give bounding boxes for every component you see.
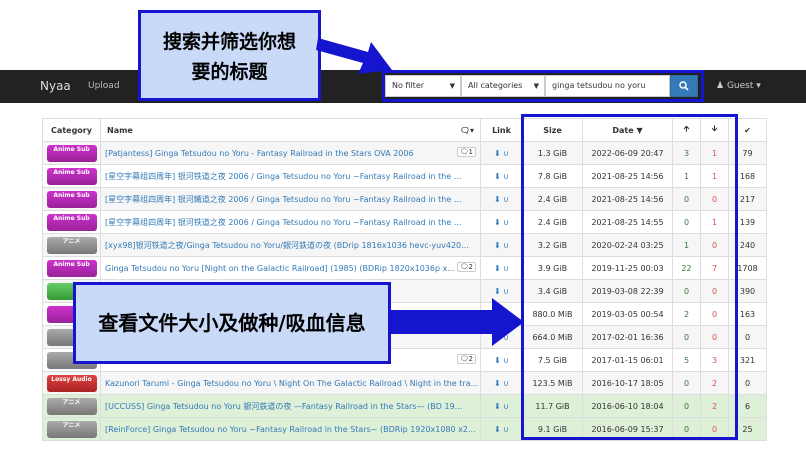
guest-menu[interactable]: ♟ Guest ▾ xyxy=(716,81,761,91)
link-cell: ⬇ ∪ xyxy=(480,348,523,372)
torrent-name-cell: [Patjantess] Ginga Tetsudou no Yoru - Fa… xyxy=(100,141,481,165)
magnet-icon[interactable]: ∪ xyxy=(503,379,509,388)
torrent-name-link[interactable]: [星空字幕组四周年] 银河铁道之夜 2006 / Ginga Tetsudou … xyxy=(105,218,461,227)
annotation-stats-text: 查看文件大小及做种/吸血信息 xyxy=(98,311,366,335)
comments-value: 2 xyxy=(468,263,473,271)
annotation-search-tip: 搜索并筛选你想要的标题 xyxy=(138,10,321,101)
category-cell[interactable]: Anime Sub xyxy=(42,164,101,188)
magnet-icon[interactable]: ∪ xyxy=(503,264,509,273)
link-cell: ⬇ ∪ xyxy=(480,417,523,441)
link-cell: ⬇ ∪ xyxy=(480,394,523,418)
comments-icon: 🗨▾ xyxy=(459,125,474,135)
link-cell: ⬇ ∪ xyxy=(480,187,523,211)
comments-value: 1 xyxy=(468,148,473,156)
comments-count[interactable]: 🗨2 xyxy=(456,354,476,364)
download-icon[interactable]: ⬇ xyxy=(494,149,501,158)
link-cell: ⬇ ∪ xyxy=(480,164,523,188)
filter-highlight-frame xyxy=(382,70,704,102)
annotation-search-text: 搜索并筛选你想要的标题 xyxy=(162,31,296,83)
category-cell[interactable]: Lossy Audio xyxy=(42,371,101,395)
category-badge[interactable]: Anime Sub xyxy=(46,213,97,231)
annotation-stats-tip: 查看文件大小及做种/吸血信息 xyxy=(73,282,391,364)
download-icon[interactable]: ⬇ xyxy=(494,356,501,365)
category-badge[interactable]: アニメ xyxy=(46,420,97,438)
category-badge[interactable]: Anime Sub xyxy=(46,144,97,162)
brand-logo[interactable]: Nyaa xyxy=(40,79,71,93)
category-cell[interactable]: Anime Sub xyxy=(42,210,101,234)
link-cell: ⬇ ∪ xyxy=(480,256,523,280)
category-badge[interactable]: Lossy Audio xyxy=(46,374,97,392)
category-badge[interactable]: Anime Sub xyxy=(46,167,97,185)
magnet-icon[interactable]: ∪ xyxy=(503,356,509,365)
torrent-name-link[interactable]: [ReinForce] Ginga Tetsudou no Yoru ~Fant… xyxy=(105,425,476,434)
magnet-icon[interactable]: ∪ xyxy=(503,195,509,204)
category-cell[interactable]: アニメ xyxy=(42,394,101,418)
torrent-name-link[interactable]: Kazunori Tarumi - Ginga Tetsudou no Yoru… xyxy=(105,379,478,388)
comments-count[interactable]: 🗨2 xyxy=(456,262,476,272)
arrow-to-stats-icon xyxy=(388,298,524,346)
download-icon[interactable]: ⬇ xyxy=(494,425,501,434)
torrent-name-cell: [xyx98]银河铁道之夜/Ginga Tetsudou no Yoru/銀河鉄… xyxy=(100,233,481,257)
comments-value: 2 xyxy=(468,355,473,363)
magnet-icon[interactable]: ∪ xyxy=(503,287,509,296)
category-badge[interactable]: アニメ xyxy=(46,236,97,254)
magnet-icon[interactable]: ∪ xyxy=(503,149,509,158)
comment-icon: 🗨 xyxy=(459,355,469,363)
header-link: Link xyxy=(480,118,523,142)
torrent-name-link[interactable]: [Patjantess] Ginga Tetsudou no Yoru - Fa… xyxy=(105,149,414,158)
download-icon[interactable]: ⬇ xyxy=(494,241,501,250)
download-icon[interactable]: ⬇ xyxy=(494,402,501,411)
link-cell: ⬇ ∪ xyxy=(480,233,523,257)
torrent-name-link[interactable]: Ginga Tetsudou no Yoru [Night on the Gal… xyxy=(105,264,455,273)
torrent-name-cell: [ReinForce] Ginga Tetsudou no Yoru ~Fant… xyxy=(100,417,481,441)
header-category[interactable]: Category xyxy=(42,118,101,142)
arrow-to-search-icon xyxy=(316,38,392,74)
link-cell: ⬇ ∪ xyxy=(480,210,523,234)
header-name-label: Name xyxy=(107,125,133,135)
torrent-name-link[interactable]: [星空字幕组四周年] 银河铁道之夜 2006 / Ginga Tetsudou … xyxy=(105,172,461,181)
category-cell[interactable]: アニメ xyxy=(42,417,101,441)
torrent-name-link[interactable]: [UCCUSS] Ginga Tetsudou no Yoru 銀河鉄道の夜 —… xyxy=(105,402,462,411)
torrent-name-cell: [UCCUSS] Ginga Tetsudou no Yoru 銀河鉄道の夜 —… xyxy=(100,394,481,418)
torrent-name-link[interactable]: [xyx98]银河铁道之夜/Ginga Tetsudou no Yoru/銀河鉄… xyxy=(105,241,469,250)
download-icon[interactable]: ⬇ xyxy=(494,264,501,273)
magnet-icon[interactable]: ∪ xyxy=(503,425,509,434)
download-icon[interactable]: ⬇ xyxy=(494,218,501,227)
category-cell[interactable]: Anime Sub xyxy=(42,187,101,211)
category-cell[interactable]: Anime Sub xyxy=(42,141,101,165)
link-cell: ⬇ ∪ xyxy=(480,371,523,395)
torrent-name-cell: Kazunori Tarumi - Ginga Tetsudou no Yoru… xyxy=(100,371,481,395)
category-cell[interactable]: Anime Sub xyxy=(42,256,101,280)
magnet-icon[interactable]: ∪ xyxy=(503,402,509,411)
upload-link[interactable]: Upload xyxy=(88,81,120,91)
magnet-icon[interactable]: ∪ xyxy=(503,172,509,181)
stats-highlight-frame xyxy=(521,114,738,440)
category-badge[interactable]: アニメ xyxy=(46,397,97,415)
torrent-name-cell: [星空字幕组四周年] 银河铁道之夜 2006 / Ginga Tetsudou … xyxy=(100,210,481,234)
magnet-icon[interactable]: ∪ xyxy=(503,241,509,250)
category-cell[interactable]: アニメ xyxy=(42,233,101,257)
header-name[interactable]: Name 🗨▾ xyxy=(100,118,481,142)
check-icon: ✔ xyxy=(744,125,751,135)
caret-icon: ▾ xyxy=(756,81,761,91)
download-icon[interactable]: ⬇ xyxy=(494,172,501,181)
comment-icon: 🗨 xyxy=(459,263,469,271)
user-icon: ♟ xyxy=(716,81,725,91)
torrent-name-cell: Ginga Tetsudou no Yoru [Night on the Gal… xyxy=(100,256,481,280)
magnet-icon[interactable]: ∪ xyxy=(503,218,509,227)
link-cell: ⬇ ∪ xyxy=(480,141,523,165)
download-icon[interactable]: ⬇ xyxy=(494,379,501,388)
guest-label: Guest xyxy=(726,81,754,91)
category-badge[interactable]: Anime Sub xyxy=(46,190,97,208)
comment-icon: 🗨 xyxy=(459,148,469,156)
download-icon[interactable]: ⬇ xyxy=(494,195,501,204)
torrent-name-cell: [星空字幕组四周年] 银河铁道之夜 2006 / Ginga Tetsudou … xyxy=(100,164,481,188)
category-badge[interactable]: Anime Sub xyxy=(46,259,97,277)
torrent-name-cell: [星空字幕组四周年] 银河鐵道之夜 2006 / Ginga Tetsudou … xyxy=(100,187,481,211)
download-icon[interactable]: ⬇ xyxy=(494,287,501,296)
torrent-name-link[interactable]: [星空字幕组四周年] 银河鐵道之夜 2006 / Ginga Tetsudou … xyxy=(105,195,461,204)
comments-count[interactable]: 🗨1 xyxy=(456,147,476,157)
